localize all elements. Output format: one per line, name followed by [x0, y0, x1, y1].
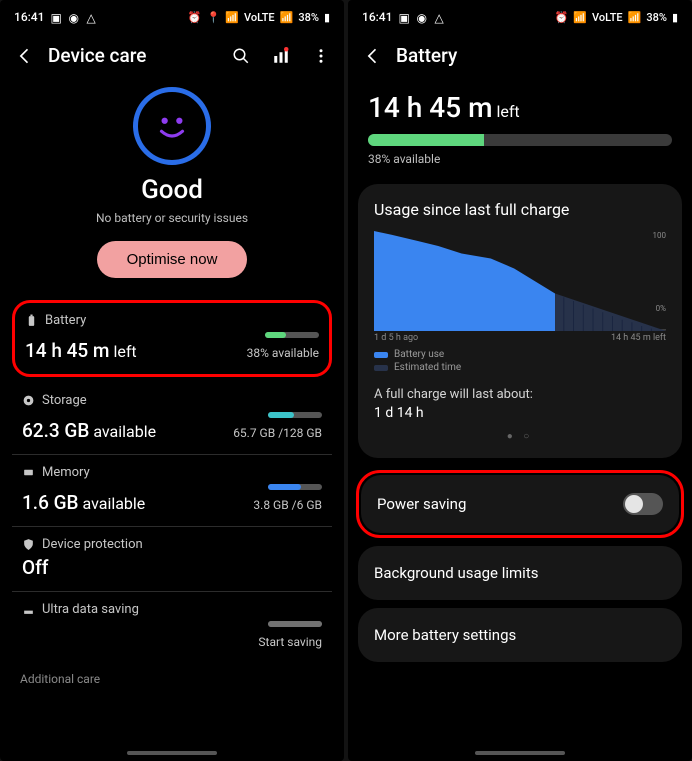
additional-care-label: Additional care: [0, 662, 344, 700]
battery-icon: ▮: [672, 11, 678, 24]
battery-pct: 38%: [298, 11, 319, 24]
notif-icon-2: ◉: [416, 11, 428, 23]
status-subtitle: No battery or security issues: [0, 211, 344, 225]
more-icon[interactable]: [312, 47, 330, 65]
chart-icon[interactable]: [272, 47, 290, 65]
memory-row[interactable]: Memory 1.6 GB available 3.8 GB /6 GB: [12, 455, 332, 527]
titlebar: Device care: [0, 28, 344, 77]
notif-icon-1: ▣: [50, 11, 62, 23]
battery-bar: [265, 332, 319, 338]
titlebar: Battery: [348, 28, 692, 77]
highlight-power-saving: Power saving: [356, 470, 684, 538]
notif-icon-2: ◉: [68, 11, 80, 23]
time-left-value: 14 h 45 m: [368, 91, 492, 124]
power-saving-toggle[interactable]: [623, 493, 663, 515]
notif-icon-3: △: [434, 11, 446, 23]
search-icon[interactable]: [232, 47, 250, 65]
status-time: 16:41: [14, 10, 44, 24]
battery-screen: 16:41 ▣ ◉ △ ⏰ 📶 VoLTE 📶 38% ▮ Battery 14…: [348, 0, 692, 761]
location-icon: 📍: [207, 11, 221, 24]
battery-pct: 38%: [646, 11, 667, 24]
wifi-icon: 📶: [225, 11, 239, 24]
protection-row[interactable]: Device protection Off: [12, 527, 332, 592]
wifi-icon: 📶: [573, 11, 587, 24]
device-care-screen: 16:41 ▣ ◉ △ ⏰ 📍 📶 VoLTE 📶 38% ▮ Device c…: [0, 0, 344, 761]
statusbar: 16:41 ▣ ◉ △ ⏰ 📍 📶 VoLTE 📶 38% ▮: [0, 0, 344, 28]
ultra-data-saving-row[interactable]: Ultra data saving Start saving: [12, 592, 332, 662]
signal-icon: 📶: [628, 11, 642, 24]
status-time: 16:41: [362, 10, 392, 24]
page-title: Device care: [48, 44, 146, 67]
battery-progress: [368, 134, 672, 146]
statusbar: 16:41 ▣ ◉ △ ⏰ 📶 VoLTE 📶 38% ▮: [348, 0, 692, 28]
uds-bar: [268, 621, 322, 627]
page-title: Battery: [396, 44, 457, 67]
chart-legend: Battery use Estimated time: [374, 349, 666, 373]
status-face-icon: [133, 87, 211, 165]
notif-icon-3: △: [86, 11, 98, 23]
volte-label: VoLTE: [592, 11, 623, 24]
alarm-icon: ⏰: [555, 11, 569, 24]
page-indicator[interactable]: ● ○: [374, 431, 666, 442]
storage-bar: [268, 412, 322, 418]
usage-panel[interactable]: Usage since last full charge 100 0% 1 d …: [358, 184, 682, 458]
home-indicator[interactable]: [127, 751, 217, 755]
storage-icon: [22, 394, 35, 407]
power-saving-row[interactable]: Power saving: [361, 475, 679, 533]
more-battery-settings-row[interactable]: More battery settings: [358, 608, 682, 662]
memory-icon: [22, 466, 35, 479]
memory-bar: [268, 484, 322, 490]
data-saving-icon: [22, 603, 35, 616]
battery-icon: [25, 314, 38, 327]
storage-row[interactable]: Storage 62.3 GB available 65.7 GB /128 G…: [12, 383, 332, 455]
back-button[interactable]: [362, 45, 384, 67]
panel-title: Usage since last full charge: [374, 200, 666, 219]
home-indicator[interactable]: [475, 751, 565, 755]
highlight-battery: Battery 14 h 45 m left 38% available: [12, 300, 332, 377]
status-title: Good: [0, 175, 344, 205]
notif-icon-1: ▣: [398, 11, 410, 23]
available-label: 38% available: [368, 152, 672, 166]
background-usage-row[interactable]: Background usage limits: [358, 546, 682, 600]
alarm-icon: ⏰: [188, 11, 202, 24]
optimise-button[interactable]: Optimise now: [97, 241, 248, 278]
volte-label: VoLTE: [244, 11, 275, 24]
battery-icon: ▮: [324, 11, 330, 24]
back-button[interactable]: [14, 45, 36, 67]
battery-row[interactable]: Battery 14 h 45 m left 38% available: [15, 303, 329, 374]
shield-icon: [22, 538, 35, 551]
usage-chart: 100 0%: [374, 231, 666, 331]
signal-icon: 📶: [280, 11, 294, 24]
